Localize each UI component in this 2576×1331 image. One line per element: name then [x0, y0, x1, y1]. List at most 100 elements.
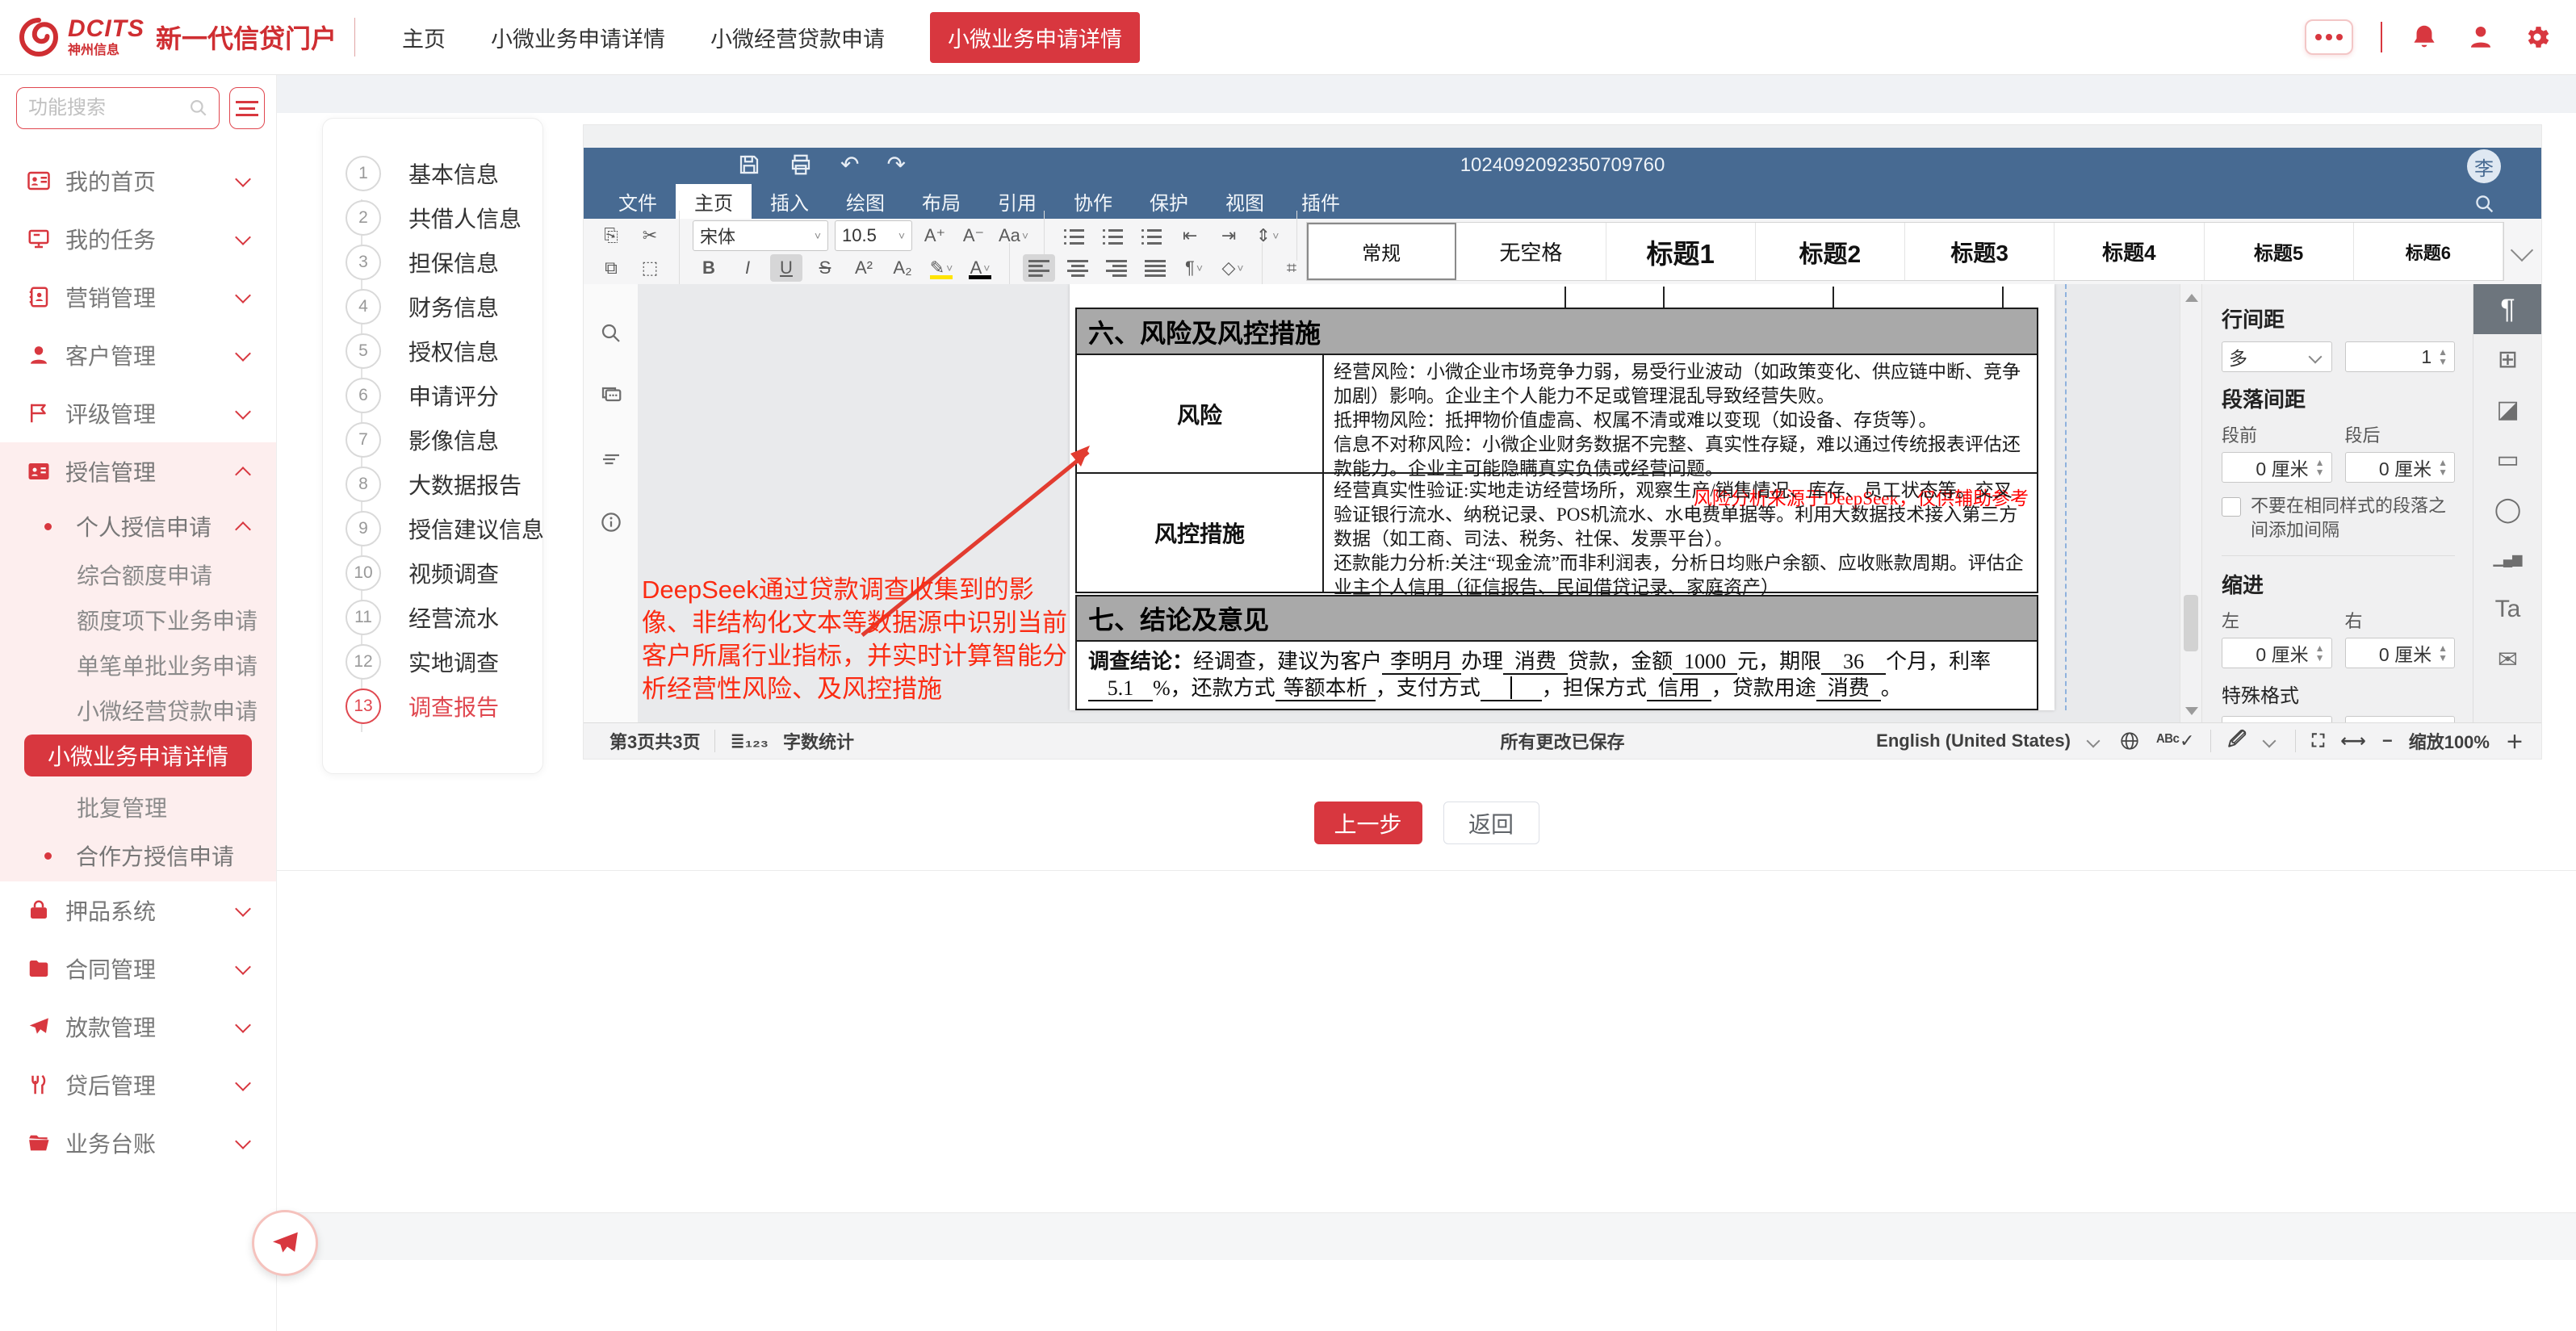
step-5[interactable]: 5授权信息 [323, 329, 542, 373]
sidebar-item-押品系统[interactable]: 押品系统 [0, 881, 276, 940]
scroll-down-arrow[interactable] [2185, 707, 2198, 715]
step-4[interactable]: 4财务信息 [323, 284, 542, 329]
step-12[interactable]: 12实地调查 [323, 639, 542, 684]
conclusion-blank[interactable]: 李明月 [1382, 650, 1461, 675]
multilevel-list-icon[interactable] [1135, 222, 1167, 249]
style-标题3[interactable]: 标题3 [1905, 223, 2055, 280]
spacing-after-stepper[interactable]: 0 厘米▲▼ [2345, 452, 2456, 483]
conclusion-blank[interactable]: 信用 [1647, 676, 1711, 701]
style-常规[interactable]: 常规 [1307, 223, 1456, 280]
text-panel-tab[interactable]: Ta [2473, 584, 2541, 634]
step-3[interactable]: 3担保信息 [323, 240, 542, 284]
fit-width-icon[interactable]: ⟷ [2340, 730, 2366, 751]
step-10[interactable]: 10视频调查 [323, 550, 542, 595]
style-标题6[interactable]: 标题6 [2354, 223, 2503, 280]
subscript-icon[interactable]: A₂ [886, 254, 919, 282]
align-center-icon[interactable] [1062, 254, 1094, 282]
highlight-icon[interactable]: ✎˅ [925, 254, 957, 282]
change-case-icon[interactable]: Aa˅ [996, 222, 1031, 249]
editor-search-icon[interactable] [2473, 193, 2496, 216]
step-2[interactable]: 2共借人信息 [323, 195, 542, 240]
sidebar-item-批复管理[interactable]: 批复管理 [0, 785, 276, 830]
find-icon[interactable] [599, 321, 623, 345]
zoom-level[interactable]: 缩放100% [2409, 728, 2490, 754]
sidebar-item-综合额度申请[interactable]: 综合额度申请 [0, 552, 276, 597]
page-panel-tab[interactable]: ▭ [2473, 434, 2541, 484]
style-标题4[interactable]: 标题4 [2055, 223, 2204, 280]
image-panel-tab[interactable]: ◪ [2473, 384, 2541, 434]
indent-right-stepper[interactable]: 0 厘米▲▼ [2345, 638, 2456, 668]
floating-feedback-button[interactable] [252, 1210, 318, 1276]
sidebar-item-我的首页[interactable]: 我的首页 [0, 152, 276, 210]
sidebar-item-我的任务[interactable]: 我的任务 [0, 210, 276, 268]
style-无空格[interactable]: 无空格 [1456, 223, 1606, 280]
editor-menu-绘图[interactable]: 绘图 [827, 184, 903, 219]
step-8[interactable]: 8大数据报告 [323, 462, 542, 506]
nav-tab-2[interactable]: 小微经营贷款申请 [710, 22, 885, 53]
sidebar-item-小微经营贷款申请[interactable]: 小微经营贷款申请 [0, 688, 276, 733]
more-actions-button[interactable] [2305, 19, 2353, 55]
superscript-icon[interactable]: A² [848, 254, 880, 282]
sidebar-collapse-button[interactable] [229, 87, 265, 129]
mail-panel-tab[interactable]: ✉ [2473, 634, 2541, 684]
align-left-icon[interactable] [1023, 254, 1055, 282]
previous-step-button[interactable]: 上一步 [1314, 802, 1422, 844]
sidebar-item-额度项下业务申请[interactable]: 额度项下业务申请 [0, 597, 276, 642]
nav-tab-0[interactable]: 主页 [402, 22, 446, 53]
fit-page-icon[interactable]: ⛶ [2312, 730, 2324, 751]
comments-icon[interactable] [599, 384, 623, 408]
conclusion-blank[interactable]: 消费 [1503, 650, 1568, 675]
format-painter-icon[interactable]: ⌗ [1275, 254, 1308, 282]
editor-menu-布局[interactable]: 布局 [903, 184, 979, 219]
nav-tab-3[interactable]: 小微业务申请详情 [930, 12, 1140, 63]
bold-icon[interactable]: B [693, 254, 725, 282]
shapes-panel-tab[interactable]: ◯ [2473, 484, 2541, 534]
sidebar-item-评级管理[interactable]: 评级管理 [0, 384, 276, 442]
paragraph-panel-tab[interactable]: ¶ [2473, 284, 2541, 334]
step-7[interactable]: 7影像信息 [323, 417, 542, 462]
style-标题5[interactable]: 标题5 [2205, 223, 2354, 280]
strikethrough-icon[interactable]: S [809, 254, 841, 282]
number-list-icon[interactable] [1096, 222, 1129, 249]
style-标题2[interactable]: 标题2 [1756, 223, 1905, 280]
scroll-thumb[interactable] [2184, 595, 2198, 651]
notification-bell-icon[interactable] [2410, 23, 2439, 52]
italic-icon[interactable]: I [731, 254, 764, 282]
sidebar-item-业务台账[interactable]: 业务台账 [0, 1114, 276, 1172]
font-color-icon[interactable]: A˅ [964, 254, 996, 282]
function-search-input[interactable] [27, 96, 188, 120]
indent-icon[interactable]: ⇥ [1213, 222, 1245, 249]
fill-color-icon[interactable]: ◇˅ [1217, 254, 1249, 282]
conclusion-blank[interactable]: 1000 [1673, 650, 1737, 675]
bullet-list-icon[interactable] [1058, 222, 1090, 249]
word-count-button[interactable]: 字数统计 [783, 728, 854, 754]
settings-gear-icon[interactable] [2523, 23, 2552, 52]
copy-icon[interactable]: ⧉ [595, 254, 627, 282]
scroll-up-arrow[interactable] [2185, 294, 2198, 302]
editor-menu-主页[interactable]: 主页 [676, 184, 752, 219]
sidebar-item-合同管理[interactable]: 合同管理 [0, 940, 276, 998]
styles-more-icon[interactable] [2511, 238, 2533, 261]
sidebar-item-贷后管理[interactable]: 贷后管理 [0, 1056, 276, 1114]
back-button[interactable]: 返回 [1443, 802, 1539, 844]
nav-tab-1[interactable]: 小微业务申请详情 [491, 22, 665, 53]
editor-menu-文件[interactable]: 文件 [600, 184, 676, 219]
cut-icon[interactable]: ✂ [634, 222, 666, 249]
no-gap-checkbox[interactable] [2222, 497, 2241, 517]
editor-menu-插入[interactable]: 插入 [752, 184, 827, 219]
editor-menu-协作[interactable]: 协作 [1055, 184, 1131, 219]
sidebar-item-客户管理[interactable]: 客户管理 [0, 326, 276, 384]
info-icon[interactable] [599, 510, 623, 534]
indent-left-stepper[interactable]: 0 厘米▲▼ [2222, 638, 2332, 668]
paragraph-mark-icon[interactable]: ¶˅ [1178, 254, 1210, 282]
align-right-icon[interactable] [1100, 254, 1133, 282]
conclusion-blank[interactable] [1481, 676, 1542, 701]
editor-menu-保护[interactable]: 保护 [1131, 184, 1207, 219]
conclusion-blank[interactable]: 消费 [1816, 676, 1881, 701]
globe-icon[interactable] [2119, 730, 2140, 751]
zoom-in-button[interactable]: ＋ [2506, 728, 2524, 754]
outdent-icon[interactable]: ⇤ [1174, 222, 1206, 249]
step-11[interactable]: 11经营流水 [323, 595, 542, 639]
editor-user-avatar[interactable]: 李 [2467, 149, 2501, 183]
step-1[interactable]: 1基本信息 [323, 151, 542, 195]
